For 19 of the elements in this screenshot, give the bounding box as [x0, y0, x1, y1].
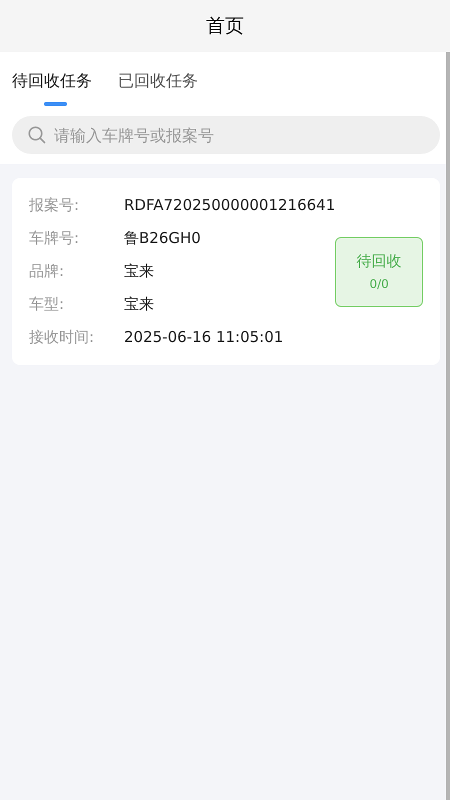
field-label: 品牌:	[29, 261, 66, 282]
field-label: 车牌号:	[29, 228, 80, 249]
task-card[interactable]: 报案号: RDFA720250000001216641 车牌号: 鲁B26GH0 品牌: 宝来 车型: 宝来 接收时间: 2025-06-16 11:05:01 待回收 0/0	[12, 178, 440, 365]
search-field[interactable]: 请输入车牌号或报案号	[12, 116, 440, 154]
field-value: 宝来	[124, 261, 154, 282]
field-value: 鲁B26GH0	[124, 228, 201, 249]
tab-indicator	[44, 102, 67, 106]
field-value: 宝来	[124, 294, 154, 315]
search-icon	[28, 126, 46, 144]
tab[interactable]: 待回收任务	[12, 71, 92, 104]
field-value: RDFA720250000001216641	[124, 195, 336, 216]
tab[interactable]: 已回收任务	[118, 71, 198, 104]
field-label: 报案号:	[29, 195, 80, 216]
status-count: 0/0	[369, 277, 389, 291]
field-label: 接收时间:	[29, 327, 96, 348]
field-label: 车型:	[29, 294, 66, 315]
field-value: 2025-06-16 11:05:01	[124, 327, 284, 348]
page-title: 首页	[206, 14, 244, 39]
status-label: 待回收	[356, 252, 402, 271]
